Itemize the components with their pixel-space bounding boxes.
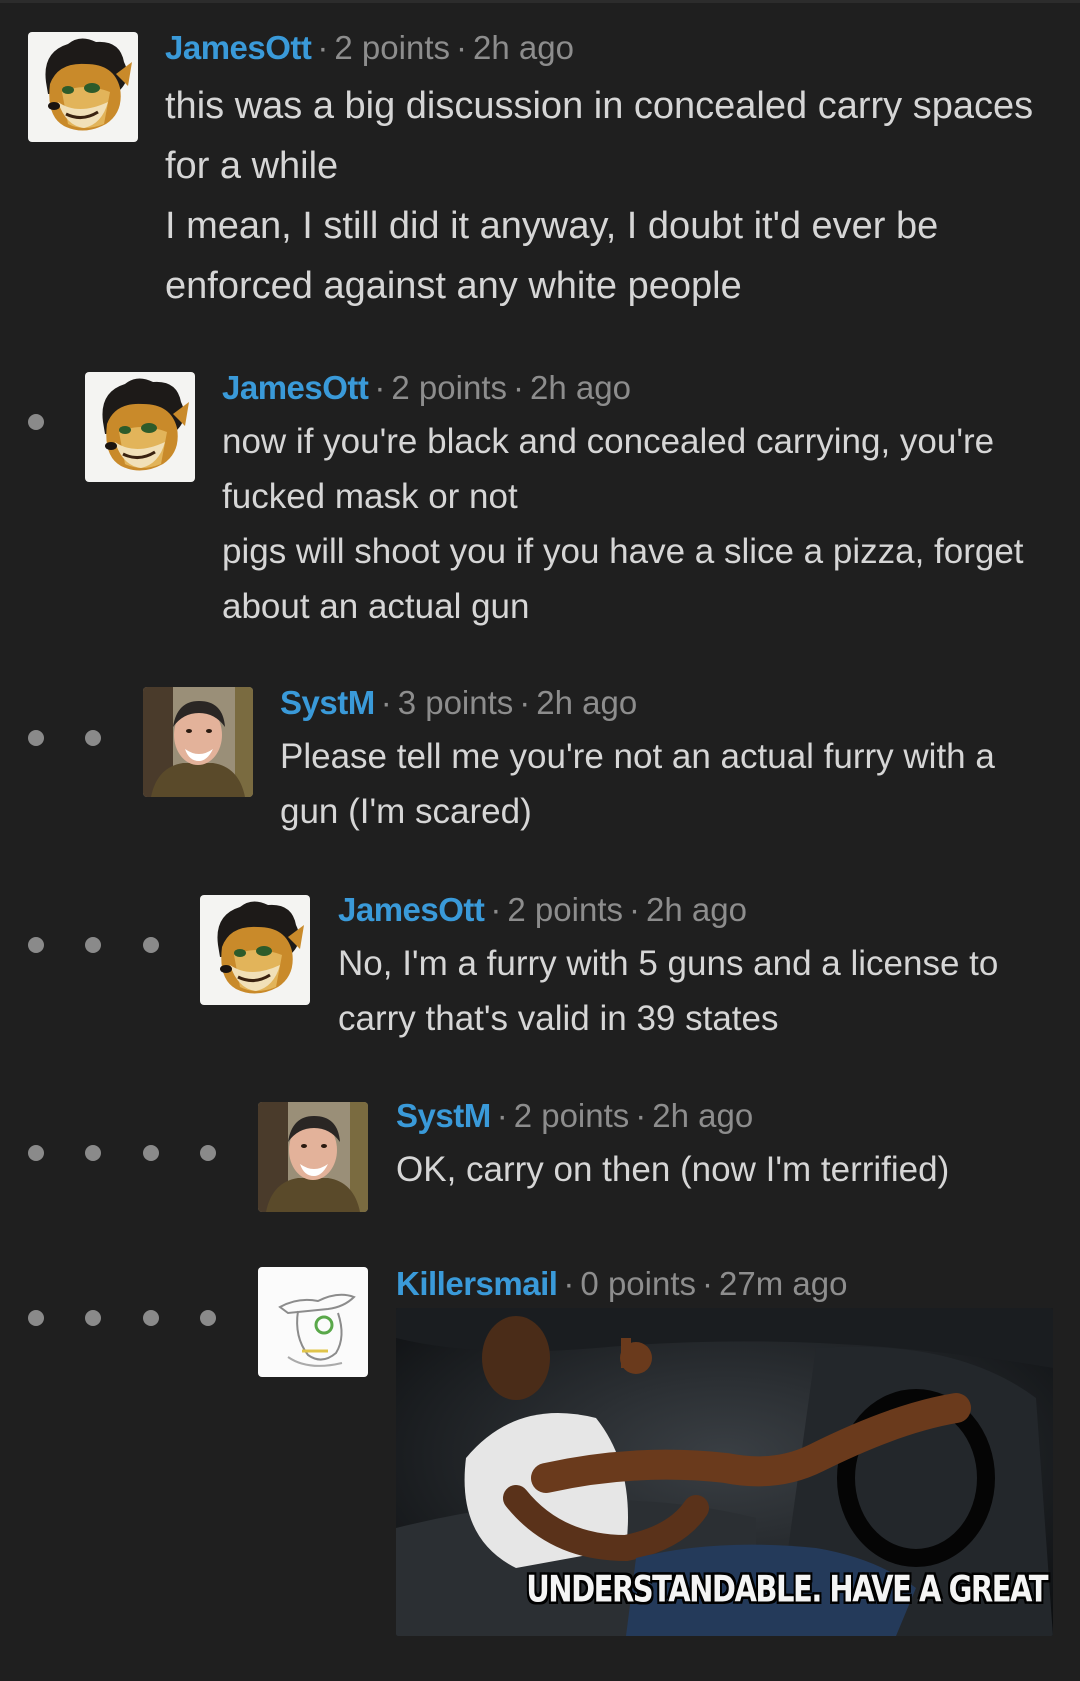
comment-text: No, I'm a furry with 5 guns and a licens…	[338, 936, 1052, 1046]
comment-meta: Killersmail · 0 points · 27m ago	[396, 1264, 1052, 1304]
meta-separator: ·	[490, 891, 502, 928]
comment-time: 2h ago	[530, 369, 631, 406]
comment-points: 2 points	[391, 369, 507, 406]
comment-text: Please tell me you're not an actual furr…	[280, 729, 1052, 839]
comment-line: Please tell me you're not an actual furr…	[280, 737, 995, 831]
comment-line: No, I'm a furry with 5 guns and a licens…	[338, 944, 999, 1038]
thread-depth-dot	[143, 1310, 159, 1326]
thread-depth-dot	[200, 1310, 216, 1326]
comment-meta: JamesOtt · 2 points · 2h ago	[165, 28, 1052, 68]
comment-time: 2h ago	[473, 29, 574, 66]
comment-author[interactable]: JamesOtt	[338, 891, 485, 928]
comment-meta: JamesOtt · 2 points · 2h ago	[222, 368, 1052, 408]
comment-text: now if you're black and concealed carryi…	[222, 414, 1052, 634]
thread-depth-dot	[200, 1145, 216, 1161]
comment-body: Killersmail · 0 points · 27m ago	[396, 1264, 1052, 1304]
furry-lion-avatar[interactable]	[200, 895, 310, 1005]
man-photo-avatar[interactable]	[258, 1102, 368, 1212]
comment: JamesOtt · 2 points · 2h ago this was a big …	[0, 0, 1080, 320]
comment-points: 3 points	[397, 684, 514, 721]
white-sketch-avatar[interactable]	[258, 1267, 368, 1377]
comment-author[interactable]: SystM	[280, 684, 375, 721]
thread-depth-dot	[28, 730, 44, 746]
comment: JamesOtt · 2 points · 2h ago now if you're b…	[0, 360, 1080, 640]
thread-depth-dot	[28, 1145, 44, 1161]
comment-author[interactable]: JamesOtt	[222, 369, 369, 406]
comment-body: SystM · 2 points · 2h ago OK, carry on then …	[396, 1096, 1052, 1197]
comment-body: SystM · 3 points · 2h ago Please tell me you…	[280, 683, 1052, 839]
furry-lion-avatar[interactable]	[28, 32, 138, 142]
meme-image[interactable]: UNDERSTANDABLE. HAVE A GREAT	[396, 1308, 1053, 1636]
meta-separator: ·	[702, 1265, 714, 1302]
comment-author[interactable]: JamesOtt	[165, 29, 312, 66]
comment-author[interactable]: Killersmail	[396, 1265, 558, 1302]
meta-separator: ·	[513, 369, 524, 406]
meta-separator: ·	[629, 891, 640, 928]
meta-separator: ·	[380, 684, 392, 721]
comment-meta: SystM · 2 points · 2h ago	[396, 1096, 1052, 1136]
comment: SystM · 3 points · 2h ago Please tell me you…	[0, 675, 1080, 855]
comment-text: OK, carry on then (now I'm terrified)	[396, 1142, 1052, 1197]
comment-line: now if you're black and concealed carryi…	[222, 422, 995, 516]
comment-time: 27m ago	[719, 1265, 848, 1302]
meta-separator: ·	[563, 1265, 575, 1302]
comment-line: this was a big discussion in concealed c…	[165, 85, 1034, 187]
thread-depth-dot	[85, 937, 101, 953]
meme-caption: UNDERSTANDABLE. HAVE A GREAT	[526, 1567, 1048, 1611]
thread-depth-dot	[85, 1145, 101, 1161]
thread-depth-dot	[85, 730, 101, 746]
comment-time: 2h ago	[646, 891, 747, 928]
comment-meta: JamesOtt · 2 points · 2h ago	[338, 890, 1052, 930]
meta-separator: ·	[456, 29, 467, 66]
comment-line: OK, carry on then (now I'm terrified)	[396, 1150, 950, 1189]
thread-depth-dot	[143, 1145, 159, 1161]
thread-depth-dot	[28, 937, 44, 953]
comment-line: pigs will shoot you if you have a slice …	[222, 532, 1024, 626]
comment-points: 2 points	[334, 29, 450, 66]
comment-time: 2h ago	[536, 684, 638, 721]
thread-depth-dot	[85, 1310, 101, 1326]
comment-time: 2h ago	[652, 1097, 754, 1134]
comment-points: 2 points	[507, 891, 623, 928]
meta-separator: ·	[519, 684, 531, 721]
meta-separator: ·	[317, 29, 329, 66]
comment-text: this was a big discussion in concealed c…	[165, 76, 1052, 316]
thread-depth-dot	[143, 937, 159, 953]
comment-body: JamesOtt · 2 points · 2h ago No, I'm a furry…	[338, 890, 1052, 1046]
thread-depth-dot	[28, 414, 44, 430]
comment-body: JamesOtt · 2 points · 2h ago this was a big …	[165, 28, 1052, 316]
comment: Killersmail · 0 points · 27m ago UNDERSTA	[0, 1250, 1080, 1650]
comment: SystM · 2 points · 2h ago OK, carry on then …	[0, 1088, 1080, 1228]
thread-depth-dot	[28, 1310, 44, 1326]
man-photo-avatar[interactable]	[143, 687, 253, 797]
meta-separator: ·	[374, 369, 386, 406]
comment-points: 2 points	[513, 1097, 630, 1134]
comment-line: I mean, I still did it anyway, I doubt i…	[165, 205, 939, 307]
meta-separator: ·	[635, 1097, 647, 1134]
meta-separator: ·	[496, 1097, 508, 1134]
comment-author[interactable]: SystM	[396, 1097, 491, 1134]
comment-points: 0 points	[580, 1265, 697, 1302]
comment: JamesOtt · 2 points · 2h ago No, I'm a furry…	[0, 882, 1080, 1062]
comment-body: JamesOtt · 2 points · 2h ago now if you're b…	[222, 368, 1052, 634]
furry-lion-avatar[interactable]	[85, 372, 195, 482]
comment-meta: SystM · 3 points · 2h ago	[280, 683, 1052, 723]
